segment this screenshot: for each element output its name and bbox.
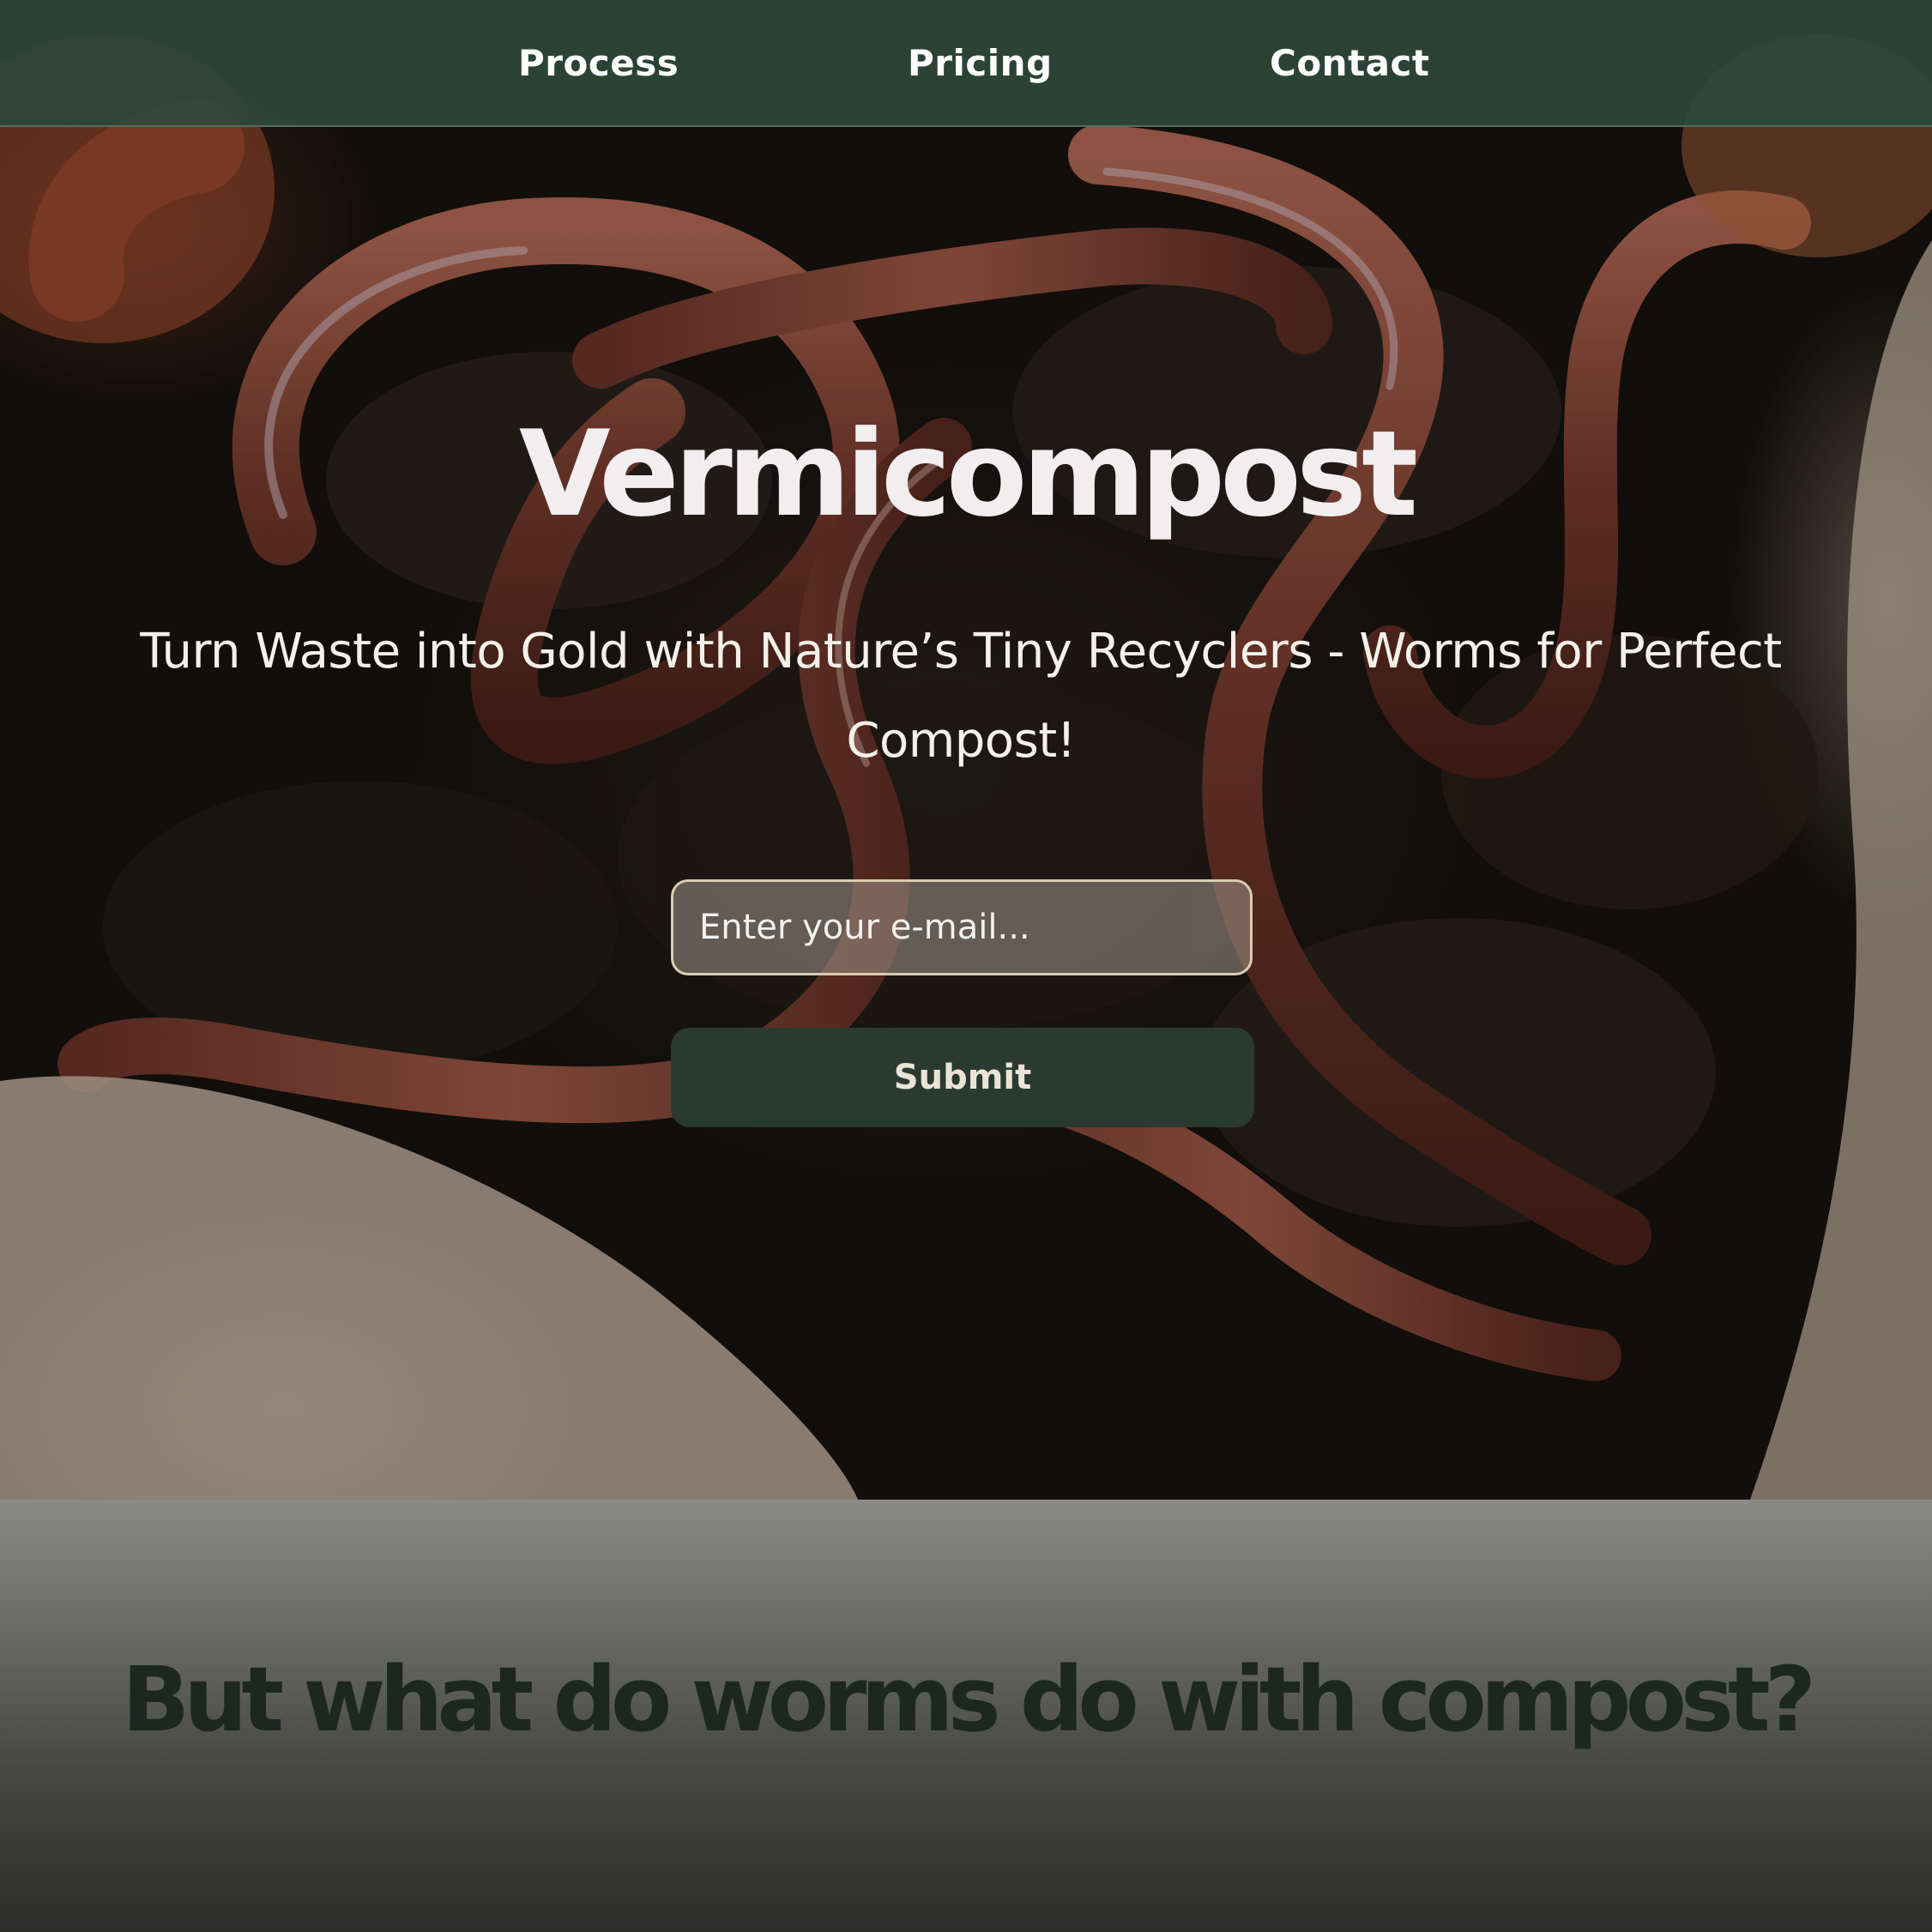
- hero-subtitle: Turn Waste into Gold with Nature’s Tiny …: [140, 624, 1782, 769]
- nav-link-process[interactable]: Process: [518, 39, 679, 88]
- top-navbar: Process Pricing Contact: [0, 0, 1932, 127]
- nav-link-pricing[interactable]: Pricing: [908, 39, 1053, 88]
- section-heading: But what do worms do with compost?: [122, 1647, 1816, 1752]
- landing-page: Vermicompost Turn Waste into Gold with N…: [0, 0, 1932, 1932]
- email-input[interactable]: [671, 879, 1253, 975]
- how-worms-work-section: But what do worms do with compost?: [0, 1500, 1932, 1932]
- hero-title: Vermicompost: [518, 405, 1418, 543]
- submit-button[interactable]: Submit: [671, 1028, 1254, 1127]
- hero-section: Vermicompost Turn Waste into Gold with N…: [0, 0, 1932, 1500]
- nav-link-contact[interactable]: Contact: [1270, 39, 1429, 88]
